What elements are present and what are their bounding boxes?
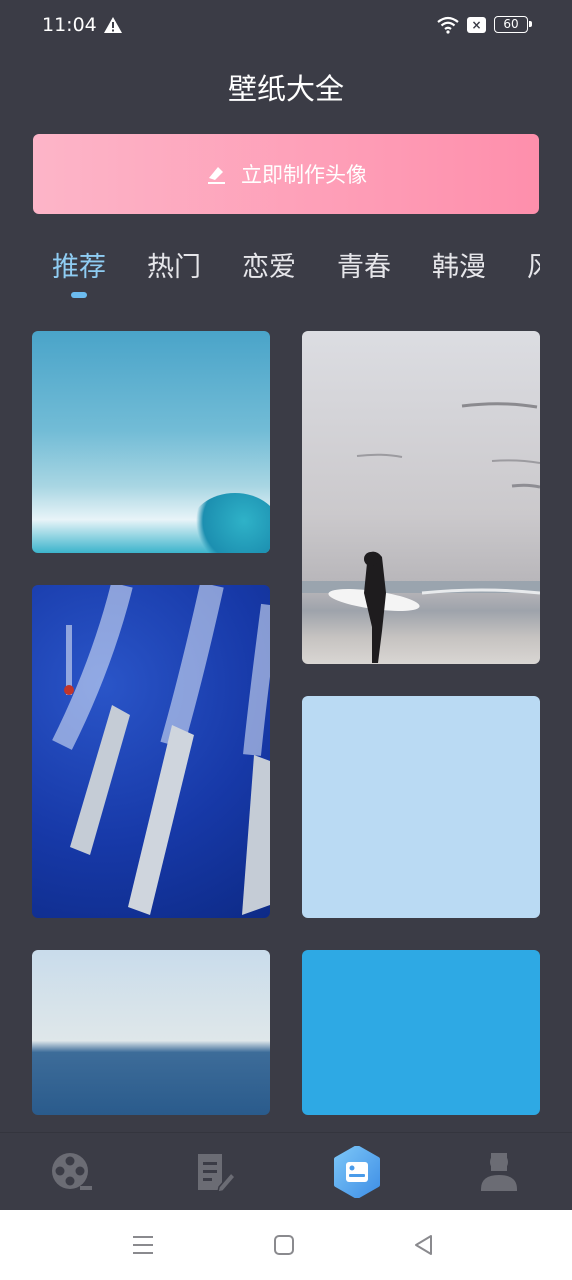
status-time: 11:04 [42,14,97,36]
page-title: 壁纸大全 [227,72,344,106]
surfer-illustration [302,402,540,663]
tab-love[interactable]: 恋爱 [242,245,296,284]
nav-notes[interactable] [175,1133,255,1210]
tab-hot[interactable]: 热门 [147,245,201,284]
tab-manhwa[interactable]: 韩漫 [432,245,486,284]
menu-icon[interactable] [130,1232,156,1258]
warning-icon [104,17,122,33]
tab-indicator [71,292,87,298]
tab-recommend[interactable]: 推荐 [52,245,106,284]
ships-illustration [52,585,270,915]
wallpaper-navy-ships[interactable] [32,585,270,918]
back-icon[interactable] [411,1232,437,1258]
notes-icon [198,1153,235,1193]
wallpaper-ocean-wave[interactable] [32,331,270,553]
tab-youth[interactable]: 青春 [337,245,391,284]
system-nav-bar [0,1210,572,1280]
edit-icon [208,167,225,184]
no-sim-icon: × [467,17,486,33]
wallpaper-sky-blue-solid[interactable] [302,950,540,1115]
battery-level: 60 [503,17,519,31]
nav-video[interactable] [31,1133,111,1210]
film-reel-icon [52,1152,92,1190]
wallpaper-surfer-on-beach[interactable] [302,331,540,664]
wallpaper-icon [334,1145,380,1198]
wallpaper-sea-horizon[interactable] [32,950,270,1115]
nav-profile[interactable] [459,1133,539,1210]
status-bar: 11:04 × 60 [0,0,572,52]
nav-wallpaper[interactable] [317,1133,397,1210]
wallpaper-light-blue-solid[interactable] [302,696,540,918]
make-avatar-label: 立即制作头像 [241,163,367,187]
tab-style[interactable]: 风 [527,245,540,284]
wifi-icon [437,16,459,34]
profile-icon [481,1152,517,1191]
battery-icon: 60 [494,16,532,33]
make-avatar-button[interactable]: 立即制作头像 [33,134,539,214]
bottom-nav [0,1133,572,1210]
home-icon[interactable] [271,1232,297,1258]
